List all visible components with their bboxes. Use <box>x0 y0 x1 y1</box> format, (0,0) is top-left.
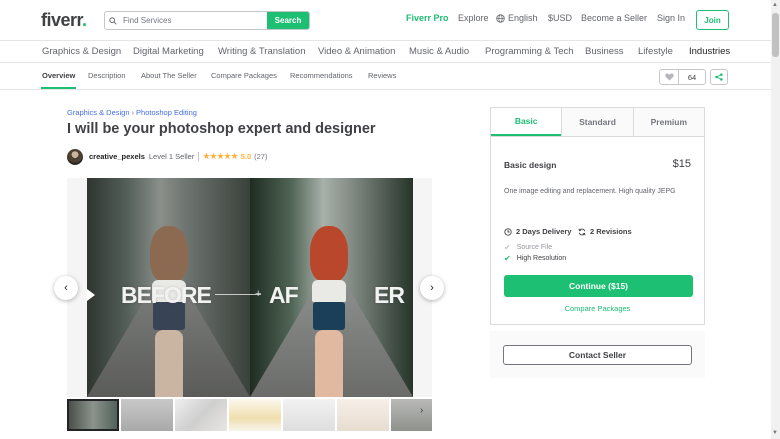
language-selector[interactable]: English <box>496 13 538 23</box>
category-industries[interactable]: Industries <box>689 46 730 57</box>
join-button[interactable]: Join <box>696 10 729 30</box>
gig-title: I will be your photoshop expert and desi… <box>67 121 376 137</box>
package-price: $15 <box>672 158 691 170</box>
category-nav: Graphics & Design Digital Marketing Writ… <box>0 41 771 63</box>
share-icon <box>715 73 723 81</box>
thumbnail[interactable] <box>175 399 227 431</box>
language-label: English <box>508 13 538 23</box>
breadcrumb-graphics-design[interactable]: Graphics & Design <box>67 108 130 117</box>
thumbnail[interactable] <box>337 399 389 431</box>
page-scrollbar[interactable]: ▲ ▼ <box>771 0 780 439</box>
clock-icon <box>504 227 512 236</box>
subnav-about-seller[interactable]: About The Seller <box>141 71 197 80</box>
thumbnail[interactable] <box>283 399 335 431</box>
plus-icon: + <box>255 288 262 300</box>
subnav-description[interactable]: Description <box>88 71 126 80</box>
gallery-thumbnails <box>67 399 432 431</box>
currency-selector[interactable]: $USD <box>548 13 572 23</box>
package-tabs: Basic Standard Premium <box>491 108 704 137</box>
subnav-overview[interactable]: Overview <box>42 71 75 80</box>
save-heart-button[interactable] <box>659 69 679 85</box>
thumbnail[interactable] <box>391 399 432 431</box>
subnav-reviews[interactable]: Reviews <box>368 71 396 80</box>
subnav-recommendations[interactable]: Recommendations <box>290 71 353 80</box>
package-description: One image editing and replacement. High … <box>504 188 676 195</box>
breadcrumb: Graphics & Design › Photoshop Editing <box>67 108 197 117</box>
tab-standard[interactable]: Standard <box>561 108 633 136</box>
globe-icon <box>496 13 505 23</box>
share-button[interactable] <box>710 69 728 85</box>
search-button[interactable]: Search <box>267 12 309 29</box>
revisions-label: 2 Revisions <box>590 227 632 236</box>
scroll-down-icon[interactable]: ▼ <box>772 430 778 436</box>
likes-count: 64 <box>679 69 706 85</box>
gallery-next-button[interactable]: › <box>420 276 444 300</box>
divider <box>198 152 200 161</box>
search-bar: Search <box>104 11 310 30</box>
breadcrumb-photoshop-editing[interactable]: Photoshop Editing <box>136 108 197 117</box>
rating-score: 5.0 <box>240 152 252 161</box>
category-programming-tech[interactable]: Programming & Tech <box>485 46 574 57</box>
refresh-icon <box>578 228 586 235</box>
feature-high-resolution: ✔ High Resolution <box>504 254 567 263</box>
fiverr-pro-link[interactable]: Fiverr Pro <box>406 13 449 23</box>
scrollbar-thumb[interactable] <box>772 13 779 57</box>
seller-avatar[interactable] <box>67 148 83 165</box>
gig-subnav: Overview Description About The Seller Co… <box>0 63 771 90</box>
category-video-animation[interactable]: Video & Animation <box>318 46 395 57</box>
compare-packages-link[interactable]: Compare Packages <box>491 304 704 313</box>
top-header: fiverr. Search Fiverr Pro Explore Englis… <box>0 0 771 41</box>
search-input[interactable] <box>121 12 267 29</box>
after-text-part1: AF <box>269 282 299 308</box>
subnav-compare-packages[interactable]: Compare Packages <box>211 71 277 80</box>
category-business[interactable]: Business <box>585 46 624 57</box>
revisions: 2 Revisions <box>578 227 632 236</box>
gallery-main-image[interactable]: BEFORE + AF ER <box>87 178 413 397</box>
star-rating-icon: ★★★★★ <box>202 151 238 161</box>
gig-gallery: BEFORE + AF ER <box>67 178 432 397</box>
thumbnail[interactable] <box>121 399 173 431</box>
sign-in-link[interactable]: Sign In <box>657 13 685 23</box>
seller-name-link[interactable]: creative_pexels <box>89 152 145 161</box>
play-arrow-icon <box>87 289 95 301</box>
check-icon: ✔ <box>504 243 511 252</box>
become-seller-link[interactable]: Become a Seller <box>581 13 647 23</box>
search-icon <box>105 12 121 29</box>
breadcrumb-separator: › <box>131 108 135 117</box>
reviews-count-link[interactable]: (27) <box>254 152 267 161</box>
tab-premium[interactable]: Premium <box>632 108 704 136</box>
category-digital-marketing[interactable]: Digital Marketing <box>133 46 204 57</box>
category-graphics-design[interactable]: Graphics & Design <box>42 46 121 57</box>
seller-level: Level 1 Seller <box>148 152 195 161</box>
active-tab-indicator <box>41 87 76 89</box>
feature-source-file: ✔ Source File <box>504 243 553 252</box>
continue-button[interactable]: Continue ($15) <box>504 275 693 297</box>
chevron-left-icon: ‹ <box>64 282 68 294</box>
before-text: BEFORE <box>121 282 212 308</box>
seller-overview: creative_pexels Level 1 Seller ★★★★★ 5.0… <box>67 148 267 165</box>
explore-link[interactable]: Explore <box>458 13 489 23</box>
package-card: Basic Standard Premium Basic design $15 … <box>490 107 705 325</box>
delivery-time: 2 Days Delivery <box>504 227 571 236</box>
package-name: Basic design <box>504 160 557 170</box>
category-music-audio[interactable]: Music & Audio <box>409 46 469 57</box>
heart-icon <box>664 73 674 81</box>
gallery-prev-button[interactable]: ‹ <box>54 276 78 300</box>
contact-seller-panel: Contact Seller <box>490 331 705 378</box>
category-lifestyle[interactable]: Lifestyle <box>638 46 673 57</box>
contact-seller-button[interactable]: Contact Seller <box>503 345 692 365</box>
after-text-part2: ER <box>374 282 405 308</box>
thumbnail[interactable] <box>67 399 119 431</box>
scroll-up-icon[interactable]: ▲ <box>772 2 778 8</box>
category-writing-translation[interactable]: Writing & Translation <box>218 46 305 57</box>
thumbnail[interactable] <box>229 399 281 431</box>
delivery-label: 2 Days Delivery <box>516 227 572 236</box>
chevron-right-icon: › <box>430 282 434 294</box>
fiverr-logo[interactable]: fiverr. <box>41 10 87 31</box>
thumbnails-next-icon[interactable]: › <box>420 405 423 416</box>
tab-basic[interactable]: Basic <box>491 108 562 136</box>
check-icon: ✔ <box>504 254 511 263</box>
